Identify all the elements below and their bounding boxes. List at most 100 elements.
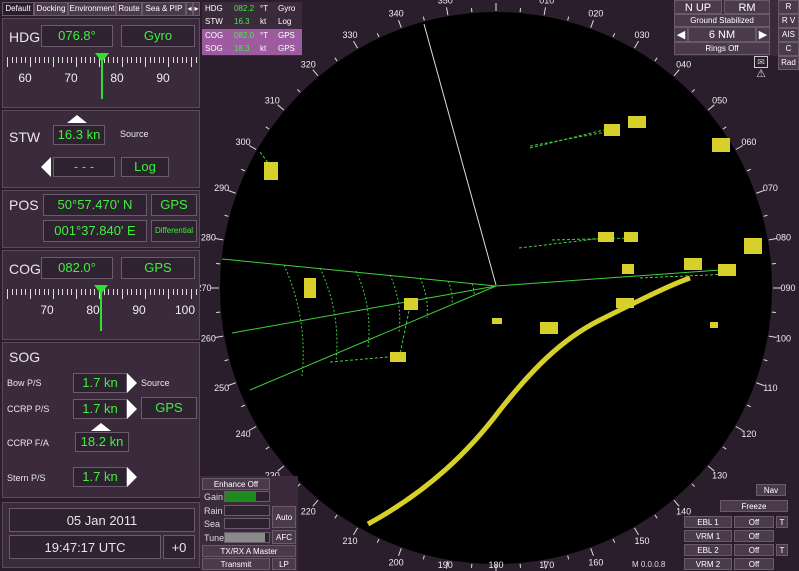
bearing-tick [224,214,229,217]
tab-sea-pip[interactable]: Sea & PIP [142,2,186,16]
bearing-tick [334,57,338,62]
ebl1-label[interactable]: EBL 1 [684,516,732,528]
vrm2-value[interactable]: Off [734,558,774,570]
range-decrease-icon[interactable]: ◀ [674,27,688,42]
stabilization-button[interactable]: Ground Stabilized [674,14,770,27]
tune-slider[interactable] [224,532,270,543]
scale-tick [43,57,45,63]
scale-tick [80,57,82,63]
sea-slider[interactable] [224,518,270,529]
ebl2-label[interactable]: EBL 2 [684,544,732,556]
enhance-button[interactable]: Enhance Off [202,478,270,490]
range-value: 6 NM [688,27,756,42]
transmit-button[interactable]: Transmit [202,558,270,570]
vrm2-label[interactable]: VRM 2 [684,558,732,570]
scale-tick [48,289,50,295]
scale-tick [39,57,41,63]
timezone-offset-button[interactable]: +0 [163,535,195,559]
bearing-tick [634,40,639,49]
sog-ccrp-ps-arrow-icon[interactable] [127,399,137,419]
pos-mode: Differential [151,220,197,242]
scale-tick [25,289,27,295]
bearing-tick [353,40,358,49]
rain-slider[interactable] [224,505,270,516]
ebl1-value[interactable]: Off [734,516,774,528]
side-button-c[interactable]: C [778,42,799,56]
tab-scroll-left-icon[interactable]: ◂ [186,2,193,16]
tab-environment[interactable]: Environment [68,2,116,16]
vrm1-value[interactable]: Off [734,530,774,542]
bearing-tick [673,69,680,77]
scale-tick [16,57,18,63]
scale-tick [172,289,174,295]
vrm1-label[interactable]: VRM 1 [684,530,732,542]
sog-ccrp-ps-label: CCRP P/S [7,404,50,414]
sog-label: SOG [9,349,41,365]
bearing-tick [590,20,594,28]
sog-stern-label: Stern P/S [7,473,46,483]
pos-longitude: 001°37.840' E [43,220,147,242]
tab-route[interactable]: Route [116,2,142,16]
lp-button[interactable]: LP [272,558,296,570]
sog-bow-label: Bow P/S [7,378,42,388]
sog-source-button[interactable]: GPS [141,397,197,419]
north-up-button[interactable]: N UP [674,0,722,14]
ebl2-t-button[interactable]: T [776,544,788,556]
scale-tick [112,57,114,63]
sog-stern-arrow-icon[interactable] [127,467,137,487]
scale-tick [7,289,8,299]
stw-up-arrow-icon[interactable] [67,115,87,123]
bearing-label: 200 [389,557,404,567]
sog-bow-arrow-icon[interactable] [127,373,137,393]
scale-tick [122,57,123,67]
ebl2-value[interactable]: Off [734,544,774,556]
bearing-label: 040 [676,59,691,69]
bearing-tick [446,7,449,16]
hdg-panel: HDG 076.8° Gyro 60 70 80 90 [2,18,200,108]
stw-source-button[interactable]: Log [121,157,169,177]
scale-tick [20,57,22,63]
gain-slider[interactable] [224,491,270,502]
range-increase-icon[interactable]: ▶ [756,27,770,42]
side-button-trails[interactable]: R Tra [778,0,799,22]
cog-source-button[interactable]: GPS [121,257,195,279]
scale-tick [66,57,68,63]
freeze-button[interactable]: Freeze [720,500,788,512]
nav-button[interactable]: Nav [756,484,786,496]
bearing-tick [215,335,224,338]
afc-button[interactable]: AFC [272,530,296,544]
alarm-icon[interactable]: ⚠ [752,68,770,80]
ebl1-t-button[interactable]: T [776,516,788,528]
scale-tick [62,289,64,295]
bearing-label: 240 [236,429,251,439]
side-button-radar[interactable]: Rad [778,56,799,70]
pos-source-button[interactable]: GPS [151,194,197,216]
scale-tick [158,57,160,63]
txrx-master-button[interactable]: TX/RX A Master [202,545,296,557]
sog-ccrp-fa-up-arrow-icon[interactable] [91,423,111,431]
hdg-source-button[interactable]: Gyro [121,25,195,47]
relative-motion-button[interactable]: RM [724,0,770,14]
tab-default[interactable]: Default [2,2,34,16]
tab-docking[interactable]: Docking [34,2,68,16]
sog-ccrp-fa-value: 18.2 kn [75,432,129,452]
bearing-tick [707,104,715,111]
bearing-label: 130 [712,471,727,481]
scale-tick [131,289,133,295]
radar-scope[interactable] [220,12,772,564]
side-button-ais[interactable]: AIS [778,28,799,42]
scale-tick [48,57,50,63]
mail-icon[interactable]: ✉ [754,56,768,68]
bearing-tick [422,555,425,560]
scale-tick [85,57,87,63]
side-button-vectors[interactable]: R V [778,14,799,28]
scale-tick [43,289,45,295]
bearing-tick [296,88,301,93]
bearing-tick [241,404,246,408]
stw-left-arrow-icon[interactable] [41,157,51,177]
auto-button[interactable]: Auto [272,506,296,528]
tab-scroll-right-icon[interactable]: ▸ [193,2,200,16]
scale-tick [186,289,188,295]
scale-tick [149,289,151,295]
rings-button[interactable]: Rings Off [674,42,770,55]
